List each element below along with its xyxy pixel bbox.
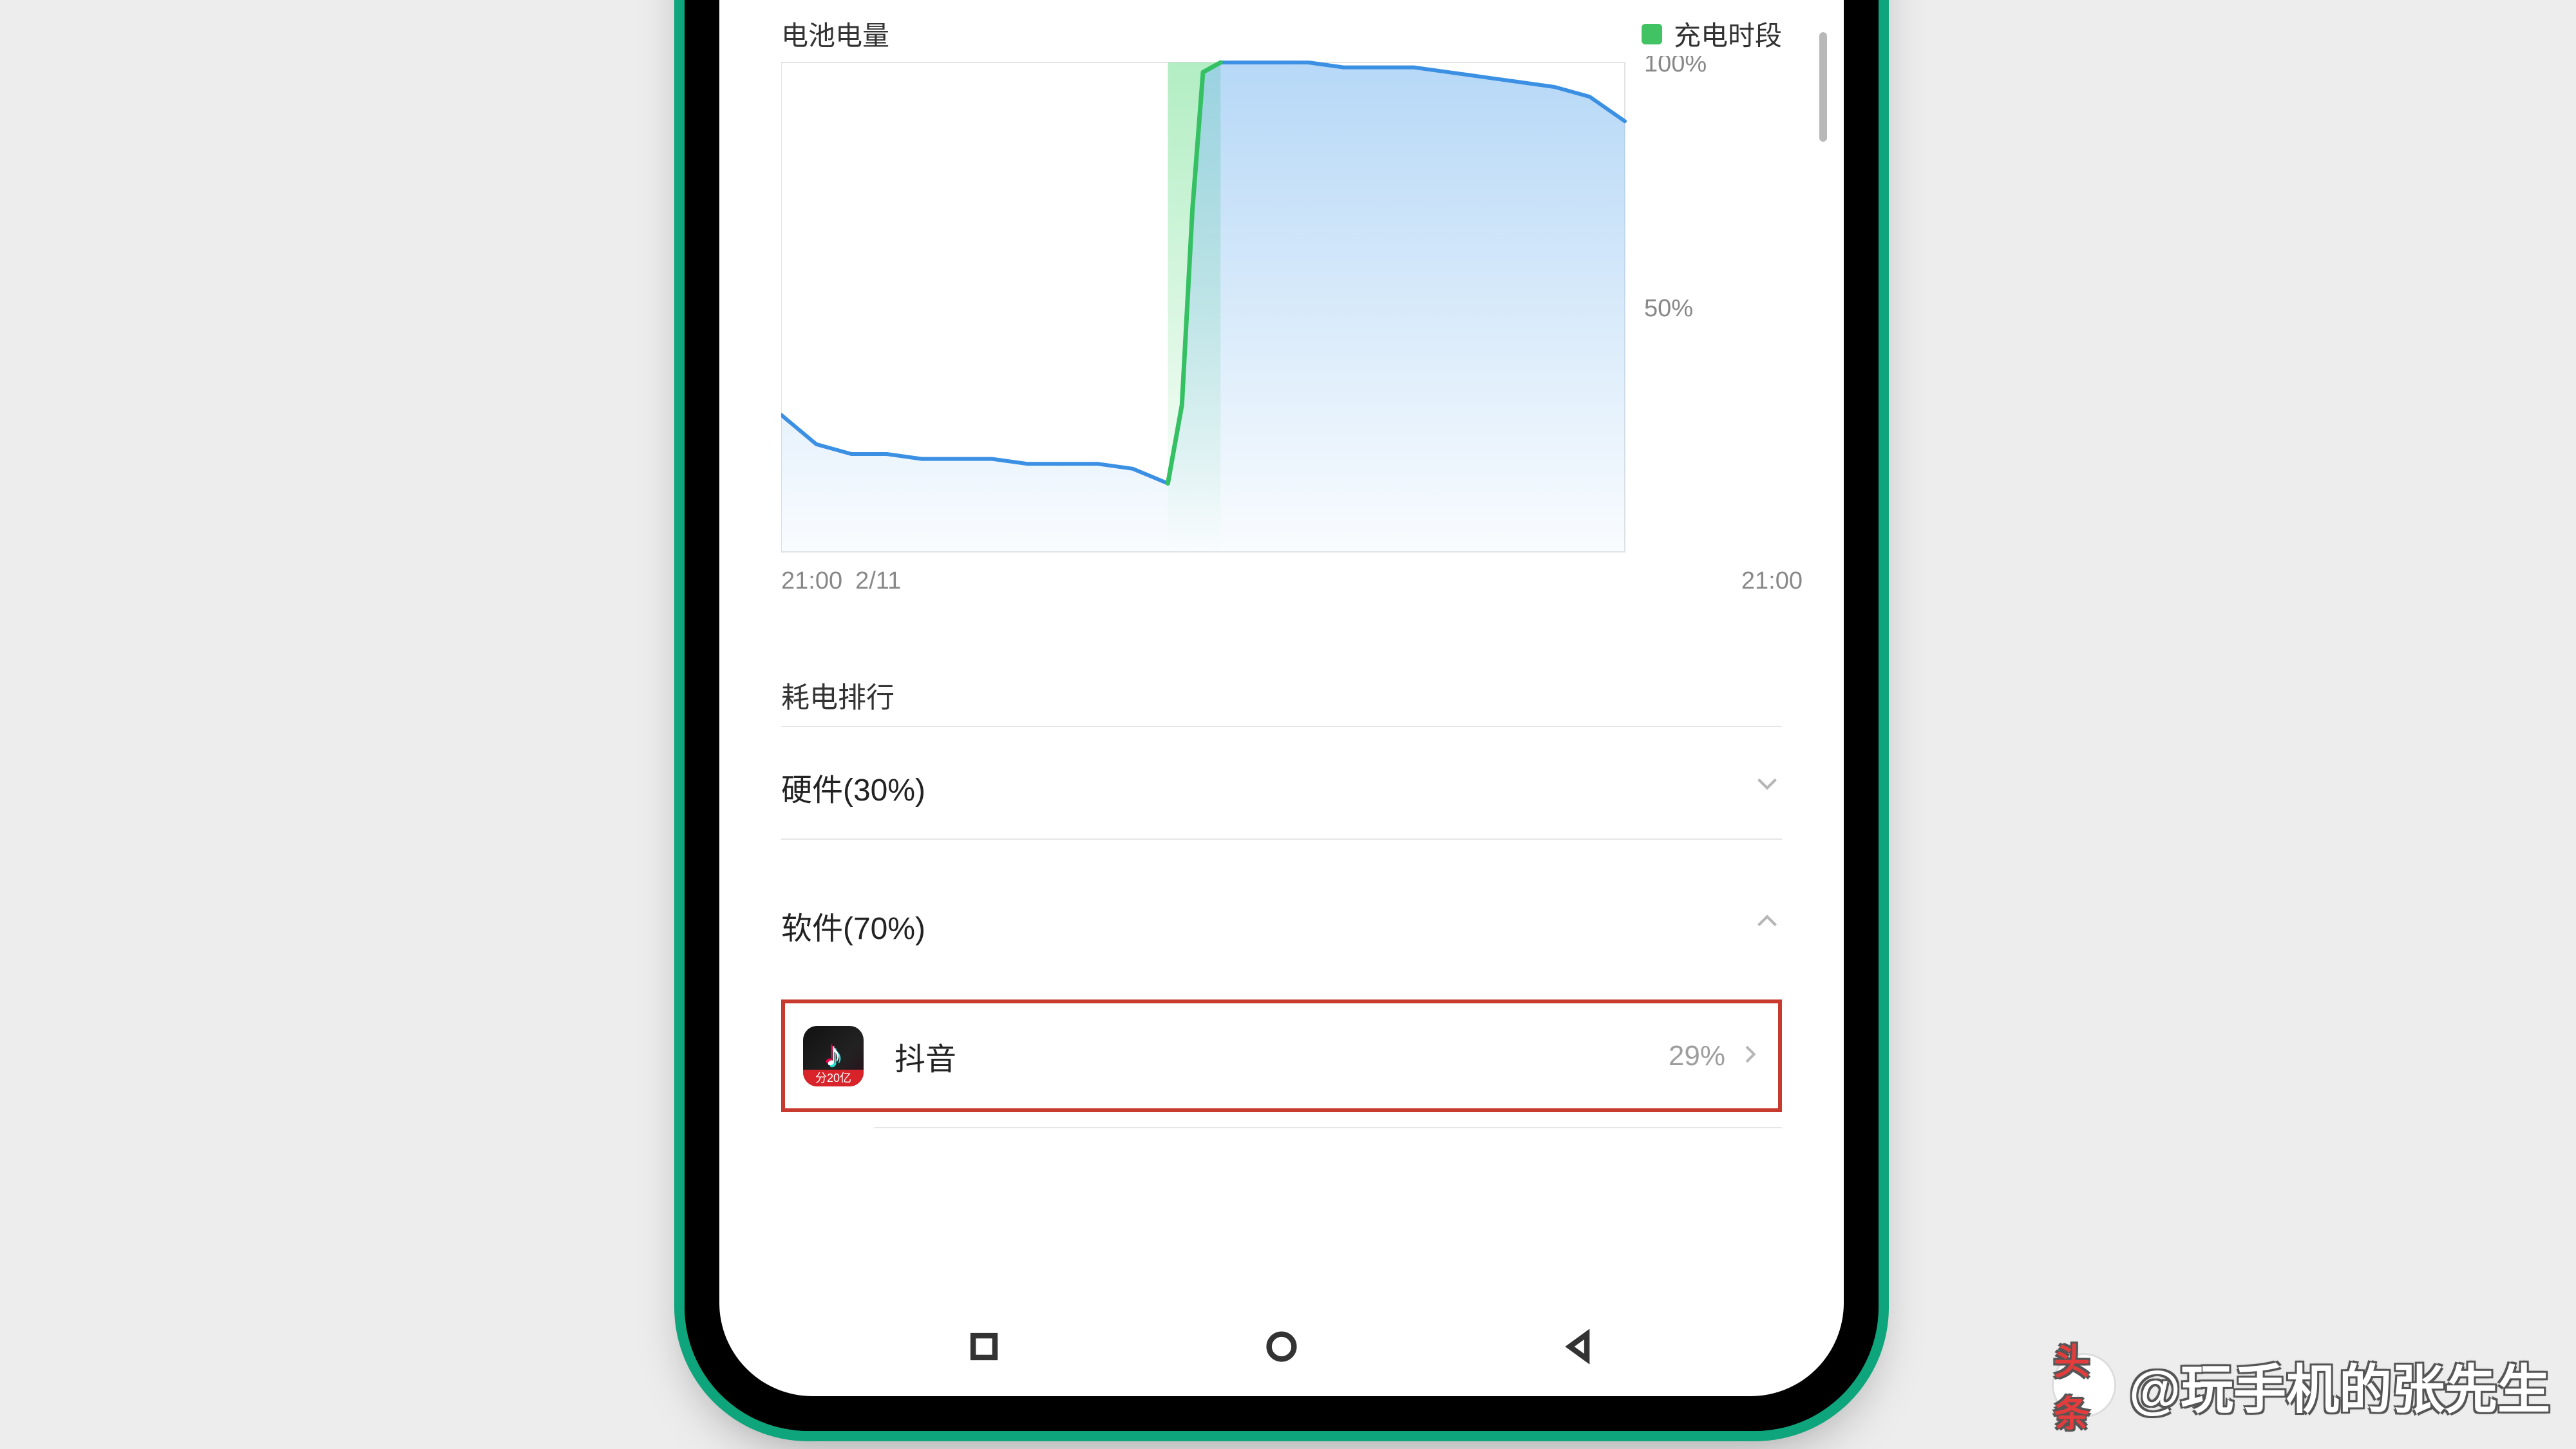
legend-swatch-icon <box>1642 24 1662 44</box>
x-tick-end: 21:00 <box>1741 567 1803 595</box>
toutiao-logo-icon: 头条 <box>2052 1353 2116 1417</box>
toutiao-logo-text: 头条 <box>2054 1333 2114 1437</box>
douyin-icon-ribbon: 分20亿 <box>803 1070 864 1086</box>
phone-screen: 电池电量 充电时段 100% 50% 21:00 2/11 21:00 <box>719 0 1844 1396</box>
chart-x-axis-ticks: 21:00 2/11 21:00 <box>781 567 1803 595</box>
divider <box>781 838 1782 840</box>
battery-chart: 100% 50% 21:00 2/11 21:00 <box>781 56 1803 595</box>
battery-chart-svg: 100% 50% <box>781 56 1786 558</box>
app-name: 抖音 <box>895 1034 956 1079</box>
nav-recents-button[interactable] <box>965 1328 1003 1368</box>
nav-back-button[interactable] <box>1560 1328 1598 1368</box>
hardware-row[interactable]: 硬件(30%) <box>781 748 1782 826</box>
music-note-icon: ♪ <box>825 1034 842 1074</box>
charging-legend: 充电时段 <box>1642 14 1782 53</box>
software-row[interactable]: 软件(70%) <box>781 887 1782 964</box>
divider <box>874 1127 1782 1128</box>
charging-legend-label: 充电时段 <box>1674 14 1782 53</box>
svg-text:50%: 50% <box>1644 295 1693 322</box>
android-nav-bar <box>719 1300 1844 1396</box>
divider <box>781 726 1782 727</box>
douyin-icon: ♪ 分20亿 <box>803 1026 864 1086</box>
app-percent: 29% <box>1669 1040 1725 1072</box>
watermark: 头条 @玩手机的张先生 <box>2052 1347 2550 1423</box>
chart-header: 电池电量 充电时段 <box>781 14 1782 53</box>
hardware-label: 硬件(30%) <box>781 764 925 810</box>
software-label: 软件(70%) <box>781 903 925 948</box>
x-tick-date: 2/11 <box>855 567 901 595</box>
ranking-title: 耗电排行 <box>781 674 895 715</box>
chevron-down-icon <box>1752 768 1782 806</box>
chevron-up-icon <box>1752 907 1782 944</box>
app-row-douyin[interactable]: ♪ 分20亿 抖音 29% <box>781 999 1782 1112</box>
scrollbar[interactable] <box>1819 32 1827 142</box>
phone-frame: 电池电量 充电时段 100% 50% 21:00 2/11 21:00 <box>692 0 1871 1423</box>
battery-level-label: 电池电量 <box>781 14 889 53</box>
svg-text:100%: 100% <box>1644 56 1707 77</box>
nav-home-button[interactable] <box>1263 1328 1300 1368</box>
x-tick-start: 21:00 <box>781 567 842 595</box>
watermark-text: @玩手机的张先生 <box>2129 1347 2550 1423</box>
chevron-right-icon <box>1737 1041 1763 1070</box>
